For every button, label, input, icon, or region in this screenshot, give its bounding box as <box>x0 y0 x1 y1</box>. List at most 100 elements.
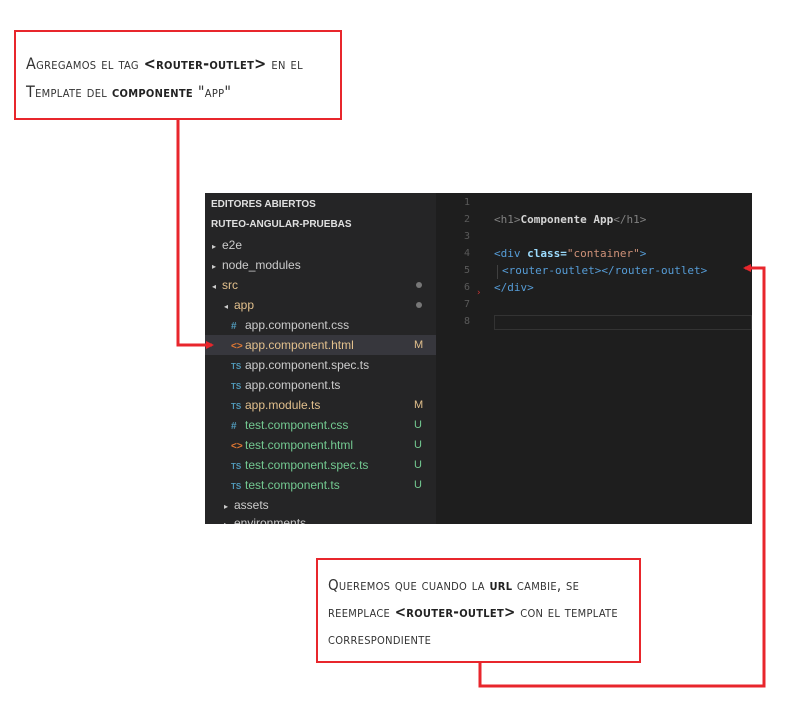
tree-item-label: app.component.html <box>245 338 354 352</box>
tree-item-app-module-ts[interactable]: TS app.module.ts M <box>205 395 436 415</box>
tree-item-assets[interactable]: ▸ assets <box>205 495 436 515</box>
callout-text: reemplace <box>328 603 395 621</box>
callout-top-line1: Agregamos el tag <router-outlet> en el <box>26 50 328 78</box>
line-number: 6 <box>463 282 470 293</box>
tree-item-label: app.component.ts <box>245 378 341 392</box>
tree-item-label: test.component.css <box>245 418 349 432</box>
section-title: RUTEO-ANGULAR-PRUEBAS <box>211 219 352 230</box>
tree-item-test-component-html[interactable]: <> test.component.html U <box>205 435 436 455</box>
git-status-badge: U <box>414 439 422 451</box>
code-line-h1: <h1>Componente App</h1> <box>494 213 646 226</box>
typescript-file-icon: TS <box>231 402 242 411</box>
code-editor[interactable]: 1 2 3 4 5 6 7 8 › <h1>Componente App</h1… <box>436 193 752 524</box>
indent-guide <box>497 265 498 279</box>
section-title: EDITORES ABIERTOS <box>211 199 316 210</box>
callout-bottom-line3: correspondiente <box>328 630 432 648</box>
code-token: <div <box>494 247 521 260</box>
tree-item-app-component-css[interactable]: # app.component.css <box>205 315 436 335</box>
typescript-file-icon: TS <box>231 362 242 371</box>
callout-bottom-line1: Queremos que cuando la url cambie, se <box>328 572 627 599</box>
callout-emphasis: url <box>489 576 513 594</box>
callout-bottom-line2: reemplace <router-outlet> con el templat… <box>328 599 627 626</box>
tree-item-app-component-spec-ts[interactable]: TS app.component.spec.ts <box>205 355 436 375</box>
tree-item-label: app.component.spec.ts <box>245 358 370 372</box>
callout-emphasis: <router-outlet> <box>394 603 516 621</box>
line-number: 4 <box>463 248 470 259</box>
git-status-badge: M <box>414 399 424 411</box>
code-token: <h1> <box>494 213 521 226</box>
html-file-icon: <> <box>231 441 243 452</box>
tree-item-app-component-html[interactable]: <> app.component.html M <box>205 335 436 355</box>
tree-item-test-component-spec-ts[interactable]: TS test.component.spec.ts U <box>205 455 436 475</box>
tree-item-test-component-css[interactable]: # test.component.css U <box>205 415 436 435</box>
tree-item-label: test.component.html <box>245 438 354 452</box>
line-number: 7 <box>463 299 470 310</box>
code-token: > <box>639 247 647 260</box>
tree-item-environments[interactable]: ▸environments <box>205 513 436 524</box>
code-line-router-outlet: <router-outlet></router-outlet> <box>502 264 707 277</box>
callout-text: con el template <box>515 603 618 621</box>
tree-item-label: test.component.ts <box>245 478 340 492</box>
tree-item-e2e[interactable]: ▸ e2e <box>205 235 436 255</box>
code-token: "container" <box>566 247 640 260</box>
chevron-down-icon: ◂ <box>224 302 229 311</box>
css-file-icon: # <box>231 421 237 432</box>
tree-item-label: environments <box>234 516 307 524</box>
chevron-right-icon: ▸ <box>212 262 217 271</box>
line-number: 5 <box>463 265 470 276</box>
line-number: 1 <box>463 197 470 208</box>
line-number: 3 <box>463 231 470 242</box>
html-file-icon: <> <box>231 341 243 352</box>
section-open-editors[interactable]: EDITORES ABIERTOS <box>205 195 436 215</box>
tree-item-src[interactable]: ◂ src <box>205 275 436 295</box>
code-token: Componente App <box>520 213 614 226</box>
chevron-right-icon: ▸ <box>224 515 234 524</box>
typescript-file-icon: TS <box>231 382 242 391</box>
code-token: <router-outlet> <box>502 264 602 277</box>
vscode-editor-window: EDITORES ABIERTOS RUTEO-ANGULAR-PRUEBAS … <box>205 193 752 524</box>
explorer-sidebar: EDITORES ABIERTOS RUTEO-ANGULAR-PRUEBAS … <box>205 193 436 524</box>
tree-item-label: assets <box>234 498 269 512</box>
code-line-div-open: <div class="container"> <box>494 247 646 260</box>
git-status-badge: M <box>414 339 424 351</box>
callout-emphasis: <router-outlet> <box>143 54 267 73</box>
callout-emphasis: componente <box>111 82 193 101</box>
tree-item-label: app.component.css <box>245 318 350 332</box>
callout-top-line2: Template del componente "app" <box>26 78 328 106</box>
git-status-badge: U <box>414 479 422 491</box>
callout-text: Template del <box>26 82 112 101</box>
callout-text: Agregamos el tag <box>26 54 144 73</box>
tree-item-label: src <box>222 278 238 292</box>
current-line-highlight <box>494 315 752 330</box>
code-token: class= <box>520 247 567 260</box>
tree-item-label: e2e <box>222 238 243 252</box>
tree-item-test-component-ts[interactable]: TS test.component.ts U <box>205 475 436 495</box>
tree-item-label: app.module.ts <box>245 398 321 412</box>
line-number: 8 <box>463 316 470 327</box>
chevron-right-icon: ▸ <box>212 242 217 251</box>
code-token: </h1> <box>613 213 647 226</box>
modified-dot-icon <box>416 282 422 288</box>
css-file-icon: # <box>231 321 237 332</box>
tree-item-label: node_modules <box>222 258 301 272</box>
code-token: </div> <box>494 281 534 294</box>
typescript-file-icon: TS <box>231 462 242 471</box>
callout-text: "app" <box>192 82 232 101</box>
section-project[interactable]: RUTEO-ANGULAR-PRUEBAS <box>205 215 436 235</box>
code-token: </router-outlet> <box>601 264 708 277</box>
callout-bottom: Queremos que cuando la url cambie, se re… <box>316 558 641 663</box>
callout-text: en el <box>266 54 303 73</box>
callout-text: Queremos que cuando la <box>328 576 490 594</box>
fold-chevron-icon[interactable]: › <box>476 288 481 298</box>
tree-item-node-modules[interactable]: ▸ node_modules <box>205 255 436 275</box>
git-status-badge: U <box>414 419 422 431</box>
typescript-file-icon: TS <box>231 482 242 491</box>
tree-item-app[interactable]: ◂ app <box>205 295 436 315</box>
tree-item-app-component-ts[interactable]: TS app.component.ts <box>205 375 436 395</box>
code-line-div-close: </div> <box>494 281 534 294</box>
modified-dot-icon <box>416 302 422 308</box>
tree-item-label: app <box>234 298 255 312</box>
tree-item-label: test.component.spec.ts <box>245 458 369 472</box>
callout-text: cambie, se <box>512 576 580 594</box>
git-status-badge: U <box>414 459 422 471</box>
